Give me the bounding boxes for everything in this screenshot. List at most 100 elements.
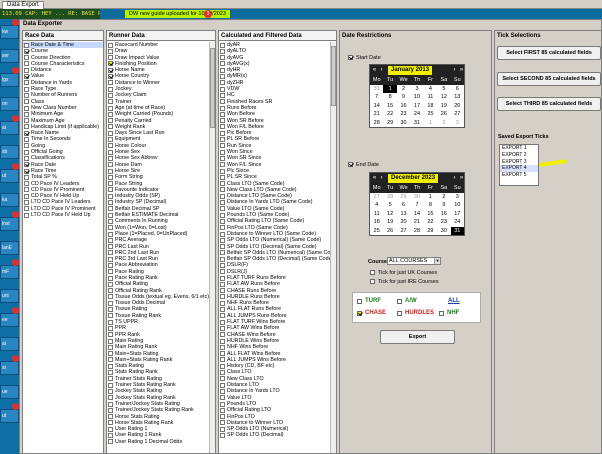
field-checkbox[interactable]	[108, 99, 113, 105]
prev-month-icon[interactable]: ‹	[379, 174, 384, 183]
field-checkbox[interactable]	[108, 212, 113, 218]
field-checkbox[interactable]	[24, 149, 29, 155]
field-checkbox[interactable]	[108, 155, 113, 161]
select-second-85-button[interactable]: Select SECOND 85 calculated fields	[497, 72, 601, 86]
calendar-day[interactable]: 14	[410, 210, 423, 219]
field-checkbox[interactable]	[220, 332, 225, 338]
sidebar-button[interactable]: sr	[0, 361, 19, 375]
field-checkbox[interactable]	[220, 256, 225, 262]
calendar-day[interactable]: 28	[383, 193, 396, 202]
field-checkbox[interactable]	[108, 111, 113, 117]
calendar-day[interactable]: 17	[410, 102, 423, 111]
field-checkbox[interactable]	[220, 262, 225, 268]
next-year-icon[interactable]: »	[459, 174, 464, 183]
hurdles-checkbox[interactable]	[397, 311, 402, 316]
calendar-day[interactable]: 29	[383, 119, 396, 128]
field-checkbox[interactable]	[220, 401, 225, 407]
field-checkbox[interactable]	[220, 319, 225, 325]
field-checkbox[interactable]	[108, 237, 113, 243]
field-checkbox[interactable]	[24, 86, 29, 92]
sidebar-button[interactable]: on	[0, 97, 19, 111]
field-checkbox[interactable]	[108, 174, 113, 180]
calendar-day[interactable]: 1	[424, 119, 437, 128]
field-checkbox[interactable]	[108, 200, 113, 206]
field-checkbox[interactable]	[220, 344, 225, 350]
field-checkbox[interactable]	[108, 319, 113, 325]
field-checkbox[interactable]	[108, 137, 113, 143]
calendar-day[interactable]: 26	[383, 227, 396, 236]
calendar-day[interactable]: 8	[424, 201, 437, 210]
calendar-day[interactable]: 1	[383, 84, 397, 93]
field-checkbox[interactable]	[24, 48, 29, 54]
calendar-day[interactable]: 8	[383, 93, 396, 102]
field-checkbox[interactable]	[220, 376, 225, 382]
field-checkbox[interactable]	[220, 218, 225, 224]
calendar-day[interactable]: 24	[451, 218, 464, 227]
field-checkbox[interactable]	[24, 212, 29, 218]
field-checkbox[interactable]	[108, 414, 113, 420]
field-checkbox[interactable]	[24, 200, 29, 206]
calendar-day[interactable]: 10	[410, 93, 423, 102]
field-checkbox[interactable]	[24, 124, 29, 130]
field-checkbox[interactable]	[24, 42, 29, 48]
field-checkbox[interactable]	[220, 275, 225, 281]
sidebar-button[interactable]: mF	[0, 265, 19, 279]
field-checkbox[interactable]	[220, 357, 225, 363]
field-checkbox[interactable]	[220, 55, 225, 61]
field-checkbox[interactable]	[108, 168, 113, 174]
calendar-day[interactable]: 3	[451, 119, 464, 128]
calendar-day[interactable]: 4	[424, 85, 437, 94]
field-checkbox[interactable]	[24, 168, 29, 174]
field-checkbox[interactable]	[108, 275, 113, 281]
field-checkbox[interactable]	[108, 55, 113, 61]
calendar-day[interactable]: 3	[451, 193, 464, 202]
calendar-day[interactable]: 30	[410, 193, 423, 202]
chevron-down-icon[interactable]: ▼	[434, 258, 440, 264]
field-checkbox[interactable]	[108, 382, 113, 388]
calendar-day[interactable]: 5	[383, 201, 396, 210]
field-checkbox[interactable]	[220, 67, 225, 73]
calendar-day[interactable]: 12	[383, 210, 396, 219]
calendar-day[interactable]: 25	[424, 110, 437, 119]
field-checkbox[interactable]	[220, 99, 225, 105]
field-checkbox[interactable]	[220, 42, 225, 48]
field-checkbox[interactable]	[108, 74, 113, 80]
field-checkbox[interactable]	[108, 294, 113, 300]
course-select[interactable]: ALL COURSES ▼	[387, 257, 441, 265]
field-checkbox[interactable]	[24, 130, 29, 136]
field-checkbox[interactable]	[108, 149, 113, 155]
next-year-icon[interactable]: »	[459, 66, 464, 75]
field-checkbox[interactable]	[220, 351, 225, 357]
calendar-day[interactable]: 16	[437, 210, 450, 219]
field-checkbox[interactable]	[108, 231, 113, 237]
field-checkbox[interactable]	[24, 206, 29, 212]
field-checkbox[interactable]	[220, 181, 225, 187]
turf-checkbox[interactable]	[357, 299, 362, 304]
field-checkbox[interactable]	[108, 439, 113, 445]
field-checkbox[interactable]	[108, 433, 113, 438]
calendar-day[interactable]: 2	[437, 119, 450, 128]
field-checkbox[interactable]	[108, 250, 113, 256]
calendar-day[interactable]: 22	[383, 110, 396, 119]
field-checkbox[interactable]	[24, 193, 29, 199]
field-checkbox[interactable]	[108, 281, 113, 287]
field-checkbox[interactable]	[108, 269, 113, 275]
list-item[interactable]: SP Odds LTO (Decimal)	[219, 432, 330, 438]
field-checkbox[interactable]	[220, 86, 225, 92]
prev-year-icon[interactable]: «	[372, 66, 377, 75]
sidebar-button[interactable]: ee	[0, 313, 19, 327]
field-checkbox[interactable]	[24, 61, 29, 67]
calendar-day[interactable]: 13	[451, 93, 464, 102]
calendar-day[interactable]: 18	[424, 102, 437, 111]
month-label[interactable]: January 2013	[388, 66, 433, 75]
calendar-day[interactable]: 25	[370, 227, 383, 236]
field-checkbox[interactable]	[220, 244, 225, 250]
calendar-day[interactable]: 2	[437, 193, 450, 202]
field-checkbox[interactable]	[220, 80, 225, 86]
calendar-day[interactable]: 31	[410, 119, 423, 128]
sidebar-button[interactable]: ai	[0, 337, 19, 351]
end-calendar[interactable]: « ‹ December 2023 › » Mo Tu We Th Fr Sa Su 27 28…	[369, 172, 465, 236]
tab-data-export[interactable]: Data Export	[2, 1, 44, 9]
field-checkbox[interactable]	[24, 92, 29, 98]
field-checkbox[interactable]	[220, 250, 225, 256]
